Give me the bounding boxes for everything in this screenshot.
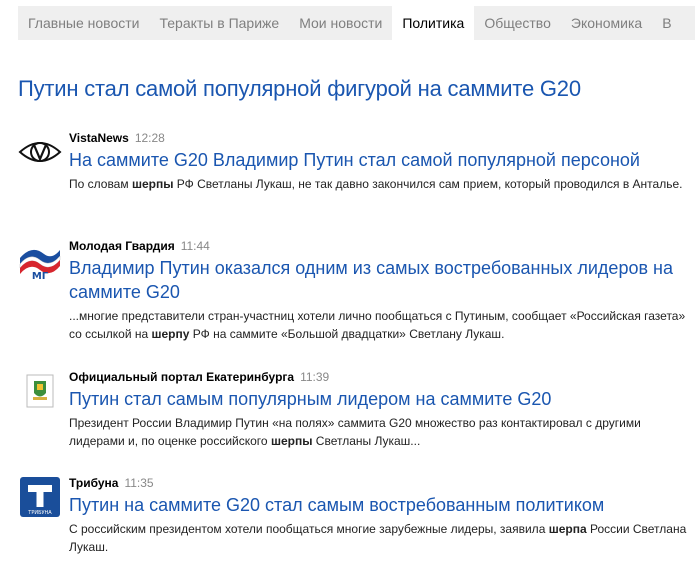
news-source[interactable]: Трибуна bbox=[69, 476, 118, 490]
tribuna-logo[interactable]: ТРИБУНА bbox=[18, 475, 62, 519]
ekaterinburg-coat-of-arms-logo[interactable] bbox=[18, 369, 62, 413]
news-time: 11:44 bbox=[180, 239, 210, 253]
tab-main-news[interactable]: Главные новости bbox=[18, 6, 149, 40]
vistanews-eye-logo[interactable] bbox=[18, 130, 62, 174]
news-title-link[interactable]: Путин на саммите G20 стал самым востребо… bbox=[69, 493, 695, 517]
svg-text:МГ: МГ bbox=[32, 271, 49, 280]
news-time: 11:39 bbox=[300, 370, 330, 384]
news-time: 11:35 bbox=[124, 476, 154, 490]
news-snippet: ...многие представители стран-участниц х… bbox=[69, 309, 686, 341]
news-time: 12:28 bbox=[134, 131, 165, 145]
tab-economy[interactable]: Экономика bbox=[561, 6, 652, 40]
rubric-tabs: Главные новости Теракты в Париже Мои нов… bbox=[18, 6, 695, 40]
news-title-link[interactable]: Владимир Путин оказался одним из самых в… bbox=[69, 256, 695, 304]
tab-more-truncated[interactable]: В bbox=[652, 6, 681, 40]
story-headline[interactable]: Путин стал самой популярной фигурой на с… bbox=[18, 76, 581, 102]
tab-politics[interactable]: Политика bbox=[392, 6, 475, 40]
news-snippet: С российским президентом хотели пообщать… bbox=[69, 522, 687, 554]
news-source[interactable]: VistaNews bbox=[69, 131, 129, 145]
news-title-link[interactable]: Путин стал самым популярным лидером на с… bbox=[69, 387, 695, 411]
news-title-link[interactable]: На саммите G20 Владимир Путин стал самой… bbox=[69, 148, 695, 172]
tab-society[interactable]: Общество bbox=[474, 6, 561, 40]
news-snippet: Президент России Владимир Путин «на поля… bbox=[69, 416, 641, 448]
news-source[interactable]: Молодая Гвардия bbox=[69, 239, 175, 253]
svg-text:ТРИБУНА: ТРИБУНА bbox=[27, 510, 52, 516]
news-snippet: По словам шерпы РФ Светланы Лукаш, не та… bbox=[69, 177, 683, 191]
molodaya-gvardiya-logo[interactable]: МГ bbox=[18, 238, 62, 282]
tab-my-news[interactable]: Мои новости bbox=[289, 6, 392, 40]
news-source[interactable]: Официальный портал Екатеринбурга bbox=[69, 370, 294, 384]
tab-paris-attacks[interactable]: Теракты в Париже bbox=[149, 6, 289, 40]
